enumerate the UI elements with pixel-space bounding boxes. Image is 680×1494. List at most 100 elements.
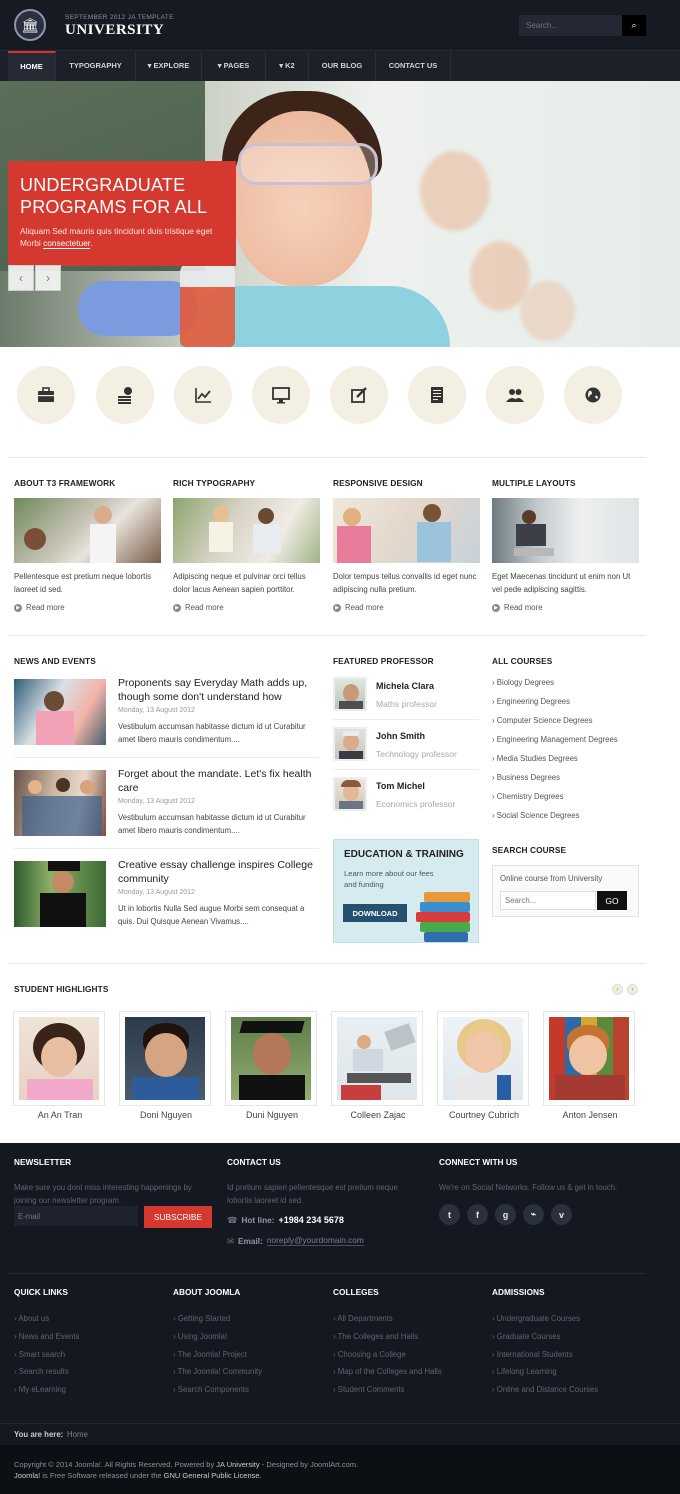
student-name[interactable]: Colleen Zajac — [328, 1110, 428, 1120]
nav-contact-us[interactable]: CONTACT US — [376, 51, 451, 81]
footer-link[interactable]: › The Joomla! Project — [173, 1350, 247, 1359]
search-button[interactable]: ⌕ — [622, 15, 646, 36]
footer-link[interactable]: › The Colleges and Halls — [333, 1332, 418, 1341]
students-next-button[interactable]: › — [627, 984, 638, 995]
student-name[interactable]: Courtney Cubrich — [434, 1110, 534, 1120]
course-search-input[interactable] — [500, 891, 596, 910]
footer-link[interactable]: › Online and Distance Courses — [492, 1385, 598, 1394]
student-photo[interactable] — [225, 1011, 317, 1106]
vimeo-icon[interactable]: v — [551, 1204, 572, 1225]
feature-title[interactable]: MULTIPLE LAYOUTS — [492, 478, 576, 488]
hotline-number[interactable]: +1984 234 5678 — [279, 1215, 344, 1225]
course-link[interactable]: › Social Science Degrees — [492, 811, 580, 820]
feature-title[interactable]: ABOUT T3 FRAMEWORK — [14, 478, 115, 488]
nav-pages[interactable]: ▾ PAGES — [202, 51, 266, 81]
hero-prev-button[interactable]: ‹ — [8, 265, 34, 291]
feature-image[interactable] — [492, 498, 639, 563]
feature-image[interactable] — [173, 498, 320, 563]
chart-icon[interactable] — [174, 366, 232, 424]
read-more-link[interactable]: ▶ Read more — [173, 603, 224, 612]
footer-link[interactable]: › All Departments — [333, 1314, 393, 1323]
nav-typography[interactable]: TYPOGRAPHY — [56, 51, 136, 81]
read-more-link[interactable]: ▶ Read more — [14, 603, 65, 612]
course-link[interactable]: › Biology Degrees — [492, 678, 554, 687]
subscribe-button[interactable]: SUBSCRIBE — [144, 1206, 212, 1228]
course-link[interactable]: › Business Degrees — [492, 773, 560, 782]
nav-home[interactable]: HOME — [8, 51, 56, 81]
footer-link[interactable]: › Student Comments — [333, 1385, 405, 1394]
monitor-icon[interactable] — [252, 366, 310, 424]
footer-link[interactable]: › Undergraduate Courses — [492, 1314, 580, 1323]
student-photo[interactable] — [543, 1011, 635, 1106]
hero-link[interactable]: consectetuer — [43, 238, 91, 249]
nav-k2[interactable]: ▾ K2 — [266, 51, 309, 81]
student-photo[interactable] — [119, 1011, 211, 1106]
news-title[interactable]: Proponents say Everyday Math adds up, th… — [118, 676, 318, 704]
university-seal-logo[interactable]: 🏛 — [14, 9, 46, 41]
site-name[interactable]: UNIVERSITY — [65, 22, 164, 39]
breadcrumb-home-link[interactable]: Home — [67, 1430, 88, 1439]
course-link[interactable]: › Computer Science Degrees — [492, 716, 593, 725]
rss-icon[interactable]: ⌁ — [523, 1204, 544, 1225]
professor-photo[interactable] — [333, 677, 367, 711]
money-icon[interactable] — [96, 366, 154, 424]
read-more-link[interactable]: ▶ Read more — [492, 603, 543, 612]
student-name[interactable]: Doni Nguyen — [116, 1110, 216, 1120]
users-icon[interactable] — [486, 366, 544, 424]
professor-photo[interactable] — [333, 777, 367, 811]
news-image[interactable] — [14, 861, 106, 927]
footer-link[interactable]: › Choosing a College — [333, 1350, 406, 1359]
news-image[interactable] — [14, 679, 106, 745]
news-image[interactable] — [14, 770, 106, 836]
student-name[interactable]: Duni Nguyen — [222, 1110, 322, 1120]
professor-name[interactable]: Michela Clara — [376, 681, 434, 691]
students-prev-button[interactable]: ‹ — [612, 984, 623, 995]
footer-link[interactable]: › About us — [14, 1314, 49, 1323]
footer-link[interactable]: › The Joomla! Community — [173, 1367, 262, 1376]
professor-name[interactable]: John Smith — [376, 731, 425, 741]
ja-university-link[interactable]: JA University — [216, 1460, 259, 1469]
email-link[interactable]: noreply@yourdomain.com — [266, 1235, 364, 1246]
footer-link[interactable]: › News and Events — [14, 1332, 79, 1341]
edit-icon[interactable] — [330, 366, 388, 424]
twitter-icon[interactable]: t — [439, 1204, 460, 1225]
student-name[interactable]: An An Tran — [10, 1110, 110, 1120]
briefcase-icon[interactable] — [17, 366, 75, 424]
footer-link[interactable]: › Lifelong Learning — [492, 1367, 557, 1376]
course-go-button[interactable]: GO — [597, 891, 627, 910]
gnu-license-link[interactable]: GNU General Public License. — [164, 1471, 262, 1480]
joomla-link[interactable]: Joomla! — [14, 1471, 40, 1480]
news-title[interactable]: Forget about the mandate. Let's fix heal… — [118, 767, 318, 795]
footer-link[interactable]: › Search results — [14, 1367, 69, 1376]
facebook-icon[interactable]: f — [467, 1204, 488, 1225]
download-button[interactable]: DOWNLOAD — [343, 904, 407, 922]
student-photo[interactable] — [13, 1011, 105, 1106]
student-name[interactable]: Anton Jensen — [540, 1110, 640, 1120]
footer-link[interactable]: › Getting Started — [173, 1314, 230, 1323]
document-icon[interactable] — [408, 366, 466, 424]
hero-next-button[interactable]: › — [35, 265, 61, 291]
footer-link[interactable]: › Smart search — [14, 1350, 65, 1359]
feature-title[interactable]: RESPONSIVE DESIGN — [333, 478, 423, 488]
feature-title[interactable]: RICH TYPOGRAPHY — [173, 478, 255, 488]
student-photo[interactable] — [437, 1011, 529, 1106]
google-icon[interactable]: g — [495, 1204, 516, 1225]
course-link[interactable]: › Engineering Degrees — [492, 697, 570, 706]
footer-link[interactable]: › Map of the Colleges and Halls — [333, 1367, 442, 1376]
newsletter-email-input[interactable] — [14, 1206, 138, 1226]
footer-link[interactable]: › Search Components — [173, 1385, 249, 1394]
course-link[interactable]: › Chemistry Degrees — [492, 792, 564, 801]
footer-link[interactable]: › My eLearning — [14, 1385, 66, 1394]
student-photo[interactable] — [331, 1011, 423, 1106]
course-link[interactable]: › Engineering Management Degrees — [492, 735, 618, 744]
feature-image[interactable] — [333, 498, 480, 563]
read-more-link[interactable]: ▶ Read more — [333, 603, 384, 612]
feature-image[interactable] — [14, 498, 161, 563]
footer-link[interactable]: › International Students — [492, 1350, 573, 1359]
footer-link[interactable]: › Graduate Courses — [492, 1332, 560, 1341]
nav-our-blog[interactable]: OUR BLOG — [309, 51, 376, 81]
nav-explore[interactable]: ▾ EXPLORE — [136, 51, 202, 81]
professor-name[interactable]: Tom Michel — [376, 781, 425, 791]
globe-icon[interactable] — [564, 366, 622, 424]
footer-link[interactable]: › Using Joomla! — [173, 1332, 227, 1341]
